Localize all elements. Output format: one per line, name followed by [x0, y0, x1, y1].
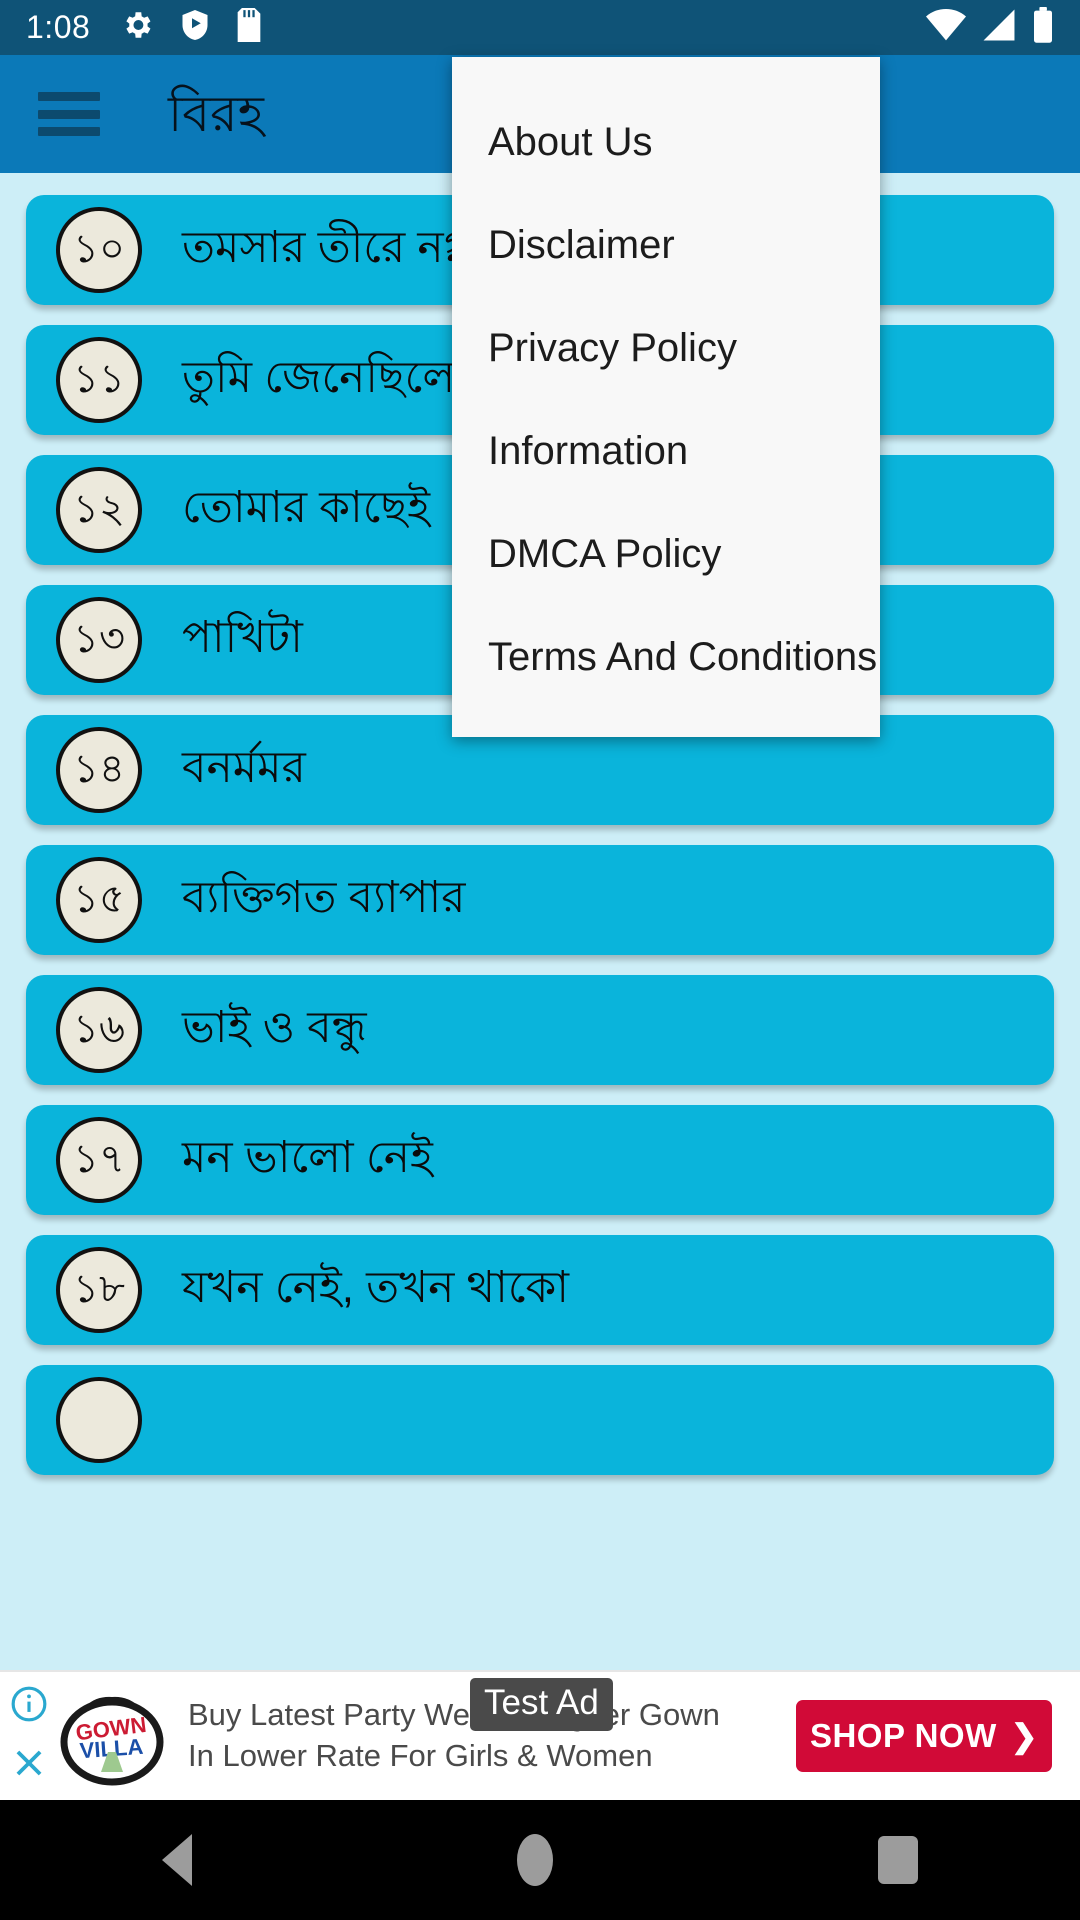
hamburger-menu-icon[interactable]: [38, 92, 100, 136]
item-number-badge: ১২: [56, 467, 142, 553]
menu-item-dmca-policy[interactable]: DMCA Policy: [452, 503, 880, 606]
test-ad-label: Test Ad: [470, 1678, 613, 1731]
item-number-badge: ১৪: [56, 727, 142, 813]
item-title: মন ভালো নেই: [182, 1132, 433, 1182]
android-navigation-bar: [0, 1800, 1080, 1920]
list-item-partial[interactable]: [26, 1365, 1054, 1475]
status-bar: 1:08: [0, 0, 1080, 55]
list-item[interactable]: ১৮ যখন নেই, তখন থাকো: [26, 1235, 1054, 1345]
hamburger-bar: [38, 109, 100, 119]
cellular-signal-icon: [982, 8, 1016, 47]
wifi-icon: [926, 8, 966, 47]
item-title: ভাই ও বন্ধু: [182, 1002, 367, 1052]
overflow-menu[interactable]: About Us Disclaimer Privacy Policy Infor…: [452, 57, 880, 737]
menu-item-privacy-policy[interactable]: Privacy Policy: [452, 297, 880, 400]
item-title: বনর্মমর: [182, 742, 306, 792]
ad-headline-line1: Buy Latest Party Wear Designer Gown: [188, 1697, 720, 1733]
item-title: তুমি জেনেছিলে: [182, 352, 456, 402]
ad-info-icon[interactable]: [10, 1685, 48, 1728]
advertiser-logo: GOWN VILLA: [58, 1684, 166, 1788]
hamburger-bar: [38, 92, 100, 101]
gear-icon: [120, 8, 154, 47]
menu-item-information[interactable]: Information: [452, 400, 880, 503]
list-item[interactable]: ১৬ ভাই ও বন্ধু: [26, 975, 1054, 1085]
item-title: পাখিটা: [182, 612, 303, 662]
ad-close-icon[interactable]: [10, 1744, 48, 1787]
item-number-badge: ১১: [56, 337, 142, 423]
item-number-badge: ১৩: [56, 597, 142, 683]
item-number-badge: ১৭: [56, 1117, 142, 1203]
shop-now-button[interactable]: SHOP NOW ❯: [796, 1700, 1052, 1772]
item-number-badge: ১০: [56, 207, 142, 293]
play-protect-shield-icon: [180, 8, 210, 47]
item-title: যখন নেই, তখন থাকো: [182, 1262, 570, 1312]
sd-card-icon: [236, 8, 262, 47]
hamburger-bar: [38, 127, 100, 136]
item-number-badge: [56, 1377, 142, 1463]
page-title: বিরহ: [168, 86, 264, 142]
ad-headline-line2: In Lower Rate For Girls & Women: [188, 1738, 653, 1773]
ad-copy: Buy Latest Party Wear Designer Gown In L…: [188, 1696, 720, 1776]
ad-badge-column: [0, 1672, 52, 1800]
menu-item-about-us[interactable]: About Us: [452, 91, 880, 194]
list-item[interactable]: ১৫ ব্যক্তিগত ব্যাপার: [26, 845, 1054, 955]
item-number-badge: ১৮: [56, 1247, 142, 1333]
phone-screen: 1:08 বিরহ ১০ তমসার তীরে নগ্ন শরী ১১ তুমি…: [0, 0, 1080, 1920]
list-item[interactable]: ১৭ মন ভালো নেই: [26, 1105, 1054, 1215]
item-number-badge: ১৬: [56, 987, 142, 1073]
menu-item-disclaimer[interactable]: Disclaimer: [452, 194, 880, 297]
battery-icon: [1032, 7, 1054, 48]
shop-now-label: SHOP NOW: [809, 1717, 997, 1754]
chevron-right-icon: ❯: [1010, 1718, 1039, 1754]
status-bar-notification-icons: [120, 8, 262, 47]
recents-button[interactable]: [877, 1836, 918, 1884]
menu-item-terms-and-conditions[interactable]: Terms And Conditions: [452, 606, 880, 709]
item-title: ব্যক্তিগত ব্যাপার: [182, 872, 466, 922]
item-number-badge: ১৫: [56, 857, 142, 943]
status-bar-system-icons: [926, 7, 1054, 48]
item-title: তোমার কাছেই: [182, 482, 431, 532]
back-button[interactable]: [162, 1834, 193, 1886]
status-bar-clock: 1:08: [26, 9, 91, 45]
home-button[interactable]: [516, 1834, 553, 1886]
